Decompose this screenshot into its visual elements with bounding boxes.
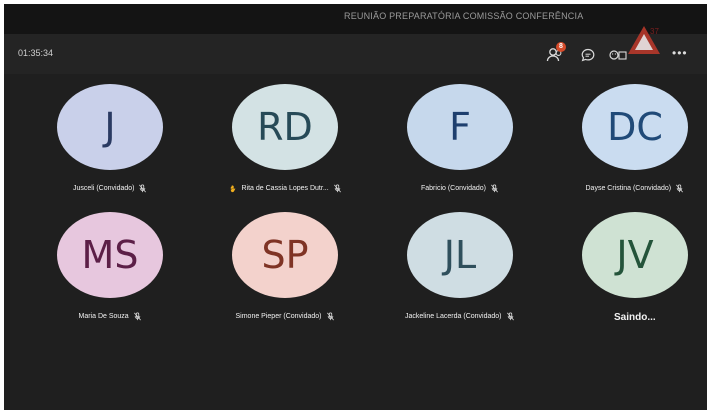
- participant-tile[interactable]: RD Rita de Cassia Lopes Dutr...: [212, 84, 352, 193]
- participant-tile[interactable]: F Fabricio (Convidado): [387, 84, 527, 193]
- participant-tile[interactable]: J Jusceli (Convidado): [37, 84, 177, 193]
- participant-avatar: JV: [582, 212, 688, 298]
- muted-mic-icon: [506, 312, 514, 321]
- participant-name: Maria De Souza: [78, 313, 129, 320]
- participant-avatar: DC: [582, 84, 688, 170]
- muted-mic-icon: [676, 184, 684, 193]
- title-bar: REUNIÃO PREPARATÓRIA COMISSÃO CONFERÊNCI…: [4, 4, 707, 34]
- participant-name-row: Saindo...: [614, 312, 656, 323]
- participant-name-row: Fabricio (Convidado): [421, 184, 499, 193]
- participant-name-row: Rita de Cassia Lopes Dutr...: [229, 184, 342, 193]
- participant-name-row: Jusceli (Convidado): [73, 184, 147, 193]
- participant-tile[interactable]: MS Maria De Souza: [37, 212, 177, 321]
- participant-name-row: Simone Pieper (Convidado): [236, 312, 335, 321]
- meeting-toolbar: 01:35:34 8 37 •••: [4, 26, 707, 74]
- participant-tile[interactable]: DC Dayse Cristina (Convidado): [562, 84, 702, 193]
- participant-avatar: RD: [232, 84, 338, 170]
- muted-mic-icon: [333, 184, 341, 193]
- participant-name: Saindo...: [614, 312, 656, 323]
- more-options-button[interactable]: •••: [672, 46, 688, 60]
- participant-name-row: Maria De Souza: [79, 312, 142, 321]
- muted-mic-icon: [326, 312, 334, 321]
- muted-mic-icon: [139, 184, 147, 193]
- participant-name: Rita de Cassia Lopes Dutr...: [241, 185, 329, 192]
- participant-avatar: JL: [407, 212, 513, 298]
- participant-avatar: J: [57, 84, 163, 170]
- muted-mic-icon: [133, 312, 141, 321]
- participant-name: Dayse Cristina (Convidado): [585, 185, 672, 192]
- meeting-title: REUNIÃO PREPARATÓRIA COMISSÃO CONFERÊNCI…: [344, 11, 584, 21]
- raised-hand-icon: [230, 185, 235, 193]
- muted-mic-icon: [491, 184, 498, 193]
- chat-button[interactable]: [577, 44, 599, 66]
- participants-button[interactable]: 8: [544, 42, 566, 66]
- meeting-timer: 01:35:34: [18, 48, 54, 58]
- participant-avatar: SP: [232, 212, 338, 298]
- svg-text:37: 37: [650, 27, 659, 36]
- participant-name: Simone Pieper (Convidado): [235, 313, 322, 320]
- participant-avatar: MS: [57, 212, 163, 298]
- participant-name: Jusceli (Convidado): [73, 185, 135, 192]
- participant-avatar: F: [407, 84, 513, 170]
- participant-tile[interactable]: JL Jackeline Lacerda (Convidado): [387, 212, 527, 321]
- meeting-window: REUNIÃO PREPARATÓRIA COMISSÃO CONFERÊNCI…: [4, 4, 707, 410]
- participant-name-row: Jackeline Lacerda (Convidado): [405, 312, 515, 321]
- brand-logo: 37: [628, 26, 660, 54]
- participants-badge: 8: [556, 42, 566, 52]
- participant-name-row: Dayse Cristina (Convidado): [586, 184, 685, 193]
- participant-name: Fabricio (Convidado): [421, 185, 486, 192]
- participant-tile[interactable]: SP Simone Pieper (Convidado): [212, 212, 352, 321]
- participant-name: Jackeline Lacerda (Convidado): [405, 313, 502, 320]
- chat-icon: [581, 48, 595, 62]
- participant-tile[interactable]: JV Saindo...: [562, 212, 702, 323]
